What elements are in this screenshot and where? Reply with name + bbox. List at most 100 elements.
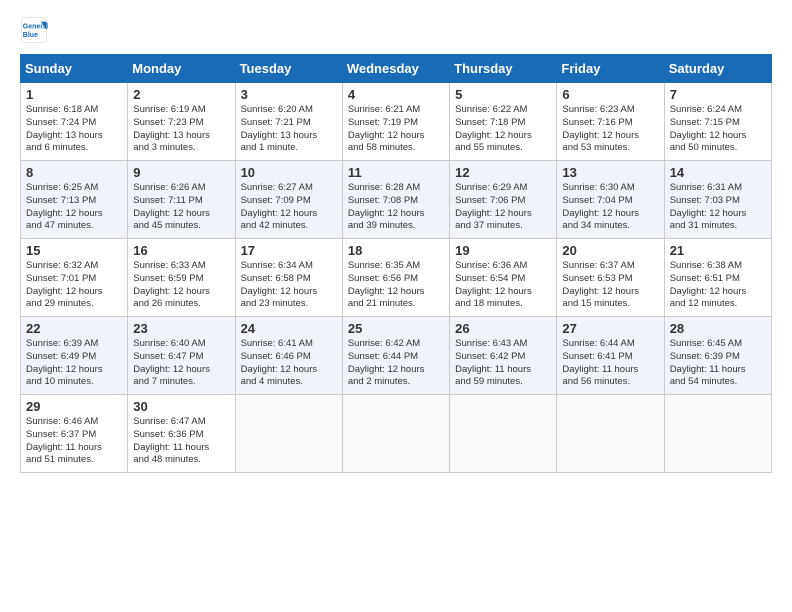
table-row: 26 Sunrise: 6:43 AMSunset: 6:42 PMDayligh… xyxy=(450,317,557,395)
header: General Blue xyxy=(20,16,772,44)
day-number: 14 xyxy=(670,165,766,180)
cell-info: Sunrise: 6:33 AMSunset: 6:59 PMDaylight:… xyxy=(133,260,229,311)
col-wednesday: Wednesday xyxy=(342,55,449,83)
day-number: 10 xyxy=(241,165,337,180)
logo: General Blue xyxy=(20,16,52,44)
table-row xyxy=(664,395,771,473)
col-sunday: Sunday xyxy=(21,55,128,83)
day-number: 4 xyxy=(348,87,444,102)
table-row: 1 Sunrise: 6:18 AMSunset: 7:24 PMDaylight… xyxy=(21,83,128,161)
cell-info: Sunrise: 6:41 AMSunset: 6:46 PMDaylight:… xyxy=(241,338,337,389)
table-row: 16 Sunrise: 6:33 AMSunset: 6:59 PMDayligh… xyxy=(128,239,235,317)
calendar-week-row: 15 Sunrise: 6:32 AMSunset: 7:01 PMDayligh… xyxy=(21,239,772,317)
table-row: 27 Sunrise: 6:44 AMSunset: 6:41 PMDayligh… xyxy=(557,317,664,395)
calendar-week-row: 29 Sunrise: 6:46 AMSunset: 6:37 PMDayligh… xyxy=(21,395,772,473)
table-row: 28 Sunrise: 6:45 AMSunset: 6:39 PMDayligh… xyxy=(664,317,771,395)
logo-icon: General Blue xyxy=(20,16,48,44)
table-row: 25Sunrise: 6:42 AMSunset: 6:44 PMDayligh… xyxy=(342,317,449,395)
table-row: 17 Sunrise: 6:34 AMSunset: 6:58 PMDayligh… xyxy=(235,239,342,317)
cell-info: Sunrise: 6:34 AMSunset: 6:58 PMDaylight:… xyxy=(241,260,337,311)
day-number: 25 xyxy=(348,321,444,336)
page: General Blue Sunday Monday Tuesday Wedne… xyxy=(0,0,792,612)
col-tuesday: Tuesday xyxy=(235,55,342,83)
cell-info: Sunrise: 6:21 AMSunset: 7:19 PMDaylight:… xyxy=(348,104,444,155)
table-row: 13 Sunrise: 6:30 AMSunset: 7:04 PMDayligh… xyxy=(557,161,664,239)
cell-info: Sunrise: 6:44 AMSunset: 6:41 PMDaylight:… xyxy=(562,338,658,389)
col-monday: Monday xyxy=(128,55,235,83)
cell-info: Sunrise: 6:45 AMSunset: 6:39 PMDaylight:… xyxy=(670,338,766,389)
table-row: 12Sunrise: 6:29 AMSunset: 7:06 PMDayligh… xyxy=(450,161,557,239)
cell-info: Sunrise: 6:40 AMSunset: 6:47 PMDaylight:… xyxy=(133,338,229,389)
cell-info: Sunrise: 6:27 AMSunset: 7:09 PMDaylight:… xyxy=(241,182,337,233)
cell-info: Sunrise: 6:35 AMSunset: 6:56 PMDaylight:… xyxy=(348,260,444,311)
table-row: 30Sunrise: 6:47 AMSunset: 6:36 PMDayligh… xyxy=(128,395,235,473)
day-number: 6 xyxy=(562,87,658,102)
day-number: 5 xyxy=(455,87,551,102)
table-row: 8 Sunrise: 6:25 AMSunset: 7:13 PMDaylight… xyxy=(21,161,128,239)
day-number: 22 xyxy=(26,321,122,336)
table-row: 23 Sunrise: 6:40 AMSunset: 6:47 PMDayligh… xyxy=(128,317,235,395)
table-row xyxy=(235,395,342,473)
day-number: 18 xyxy=(348,243,444,258)
day-number: 12 xyxy=(455,165,551,180)
cell-info: Sunrise: 6:47 AMSunset: 6:36 PMDaylight:… xyxy=(133,416,229,467)
table-row: 24 Sunrise: 6:41 AMSunset: 6:46 PMDayligh… xyxy=(235,317,342,395)
cell-info: Sunrise: 6:19 AMSunset: 7:23 PMDaylight:… xyxy=(133,104,229,155)
cell-info: Sunrise: 6:20 AMSunset: 7:21 PMDaylight:… xyxy=(241,104,337,155)
table-row: 10 Sunrise: 6:27 AMSunset: 7:09 PMDayligh… xyxy=(235,161,342,239)
day-number: 27 xyxy=(562,321,658,336)
table-row: 2 Sunrise: 6:19 AMSunset: 7:23 PMDaylight… xyxy=(128,83,235,161)
cell-info: Sunrise: 6:22 AMSunset: 7:18 PMDaylight:… xyxy=(455,104,551,155)
cell-info: Sunrise: 6:24 AMSunset: 7:15 PMDaylight:… xyxy=(670,104,766,155)
calendar-header-row: Sunday Monday Tuesday Wednesday Thursday… xyxy=(21,55,772,83)
table-row: 11 Sunrise: 6:28 AMSunset: 7:08 PMDayligh… xyxy=(342,161,449,239)
day-number: 29 xyxy=(26,399,122,414)
day-number: 7 xyxy=(670,87,766,102)
day-number: 17 xyxy=(241,243,337,258)
cell-info: Sunrise: 6:26 AMSunset: 7:11 PMDaylight:… xyxy=(133,182,229,233)
day-number: 24 xyxy=(241,321,337,336)
day-number: 9 xyxy=(133,165,229,180)
day-number: 13 xyxy=(562,165,658,180)
table-row: 20Sunrise: 6:37 AMSunset: 6:53 PMDayligh… xyxy=(557,239,664,317)
cell-info: Sunrise: 6:28 AMSunset: 7:08 PMDaylight:… xyxy=(348,182,444,233)
cell-info: Sunrise: 6:39 AMSunset: 6:49 PMDaylight:… xyxy=(26,338,122,389)
day-number: 15 xyxy=(26,243,122,258)
table-row: 29 Sunrise: 6:46 AMSunset: 6:37 PMDayligh… xyxy=(21,395,128,473)
cell-info: Sunrise: 6:25 AMSunset: 7:13 PMDaylight:… xyxy=(26,182,122,233)
cell-info: Sunrise: 6:36 AMSunset: 6:54 PMDaylight:… xyxy=(455,260,551,311)
table-row xyxy=(450,395,557,473)
cell-info: Sunrise: 6:32 AMSunset: 7:01 PMDaylight:… xyxy=(26,260,122,311)
cell-info: Sunrise: 6:31 AMSunset: 7:03 PMDaylight:… xyxy=(670,182,766,233)
day-number: 23 xyxy=(133,321,229,336)
cell-info: Sunrise: 6:38 AMSunset: 6:51 PMDaylight:… xyxy=(670,260,766,311)
calendar-week-row: 22 Sunrise: 6:39 AMSunset: 6:49 PMDayligh… xyxy=(21,317,772,395)
table-row: 5 Sunrise: 6:22 AMSunset: 7:18 PMDaylight… xyxy=(450,83,557,161)
table-row: 4 Sunrise: 6:21 AMSunset: 7:19 PMDaylight… xyxy=(342,83,449,161)
cell-info: Sunrise: 6:43 AMSunset: 6:42 PMDaylight:… xyxy=(455,338,551,389)
cell-info: Sunrise: 6:18 AMSunset: 7:24 PMDaylight:… xyxy=(26,104,122,155)
table-row: 22 Sunrise: 6:39 AMSunset: 6:49 PMDayligh… xyxy=(21,317,128,395)
col-saturday: Saturday xyxy=(664,55,771,83)
day-number: 16 xyxy=(133,243,229,258)
day-number: 21 xyxy=(670,243,766,258)
day-number: 2 xyxy=(133,87,229,102)
cell-info: Sunrise: 6:23 AMSunset: 7:16 PMDaylight:… xyxy=(562,104,658,155)
table-row xyxy=(342,395,449,473)
table-row: 21 Sunrise: 6:38 AMSunset: 6:51 PMDayligh… xyxy=(664,239,771,317)
calendar-week-row: 1 Sunrise: 6:18 AMSunset: 7:24 PMDaylight… xyxy=(21,83,772,161)
day-number: 26 xyxy=(455,321,551,336)
day-number: 11 xyxy=(348,165,444,180)
table-row xyxy=(557,395,664,473)
table-row: 15 Sunrise: 6:32 AMSunset: 7:01 PMDayligh… xyxy=(21,239,128,317)
table-row: 19 Sunrise: 6:36 AMSunset: 6:54 PMDayligh… xyxy=(450,239,557,317)
day-number: 19 xyxy=(455,243,551,258)
day-number: 8 xyxy=(26,165,122,180)
calendar-week-row: 8 Sunrise: 6:25 AMSunset: 7:13 PMDaylight… xyxy=(21,161,772,239)
cell-info: Sunrise: 6:46 AMSunset: 6:37 PMDaylight:… xyxy=(26,416,122,467)
day-number: 3 xyxy=(241,87,337,102)
day-number: 1 xyxy=(26,87,122,102)
cell-info: Sunrise: 6:30 AMSunset: 7:04 PMDaylight:… xyxy=(562,182,658,233)
day-number: 28 xyxy=(670,321,766,336)
calendar-table: Sunday Monday Tuesday Wednesday Thursday… xyxy=(20,54,772,473)
